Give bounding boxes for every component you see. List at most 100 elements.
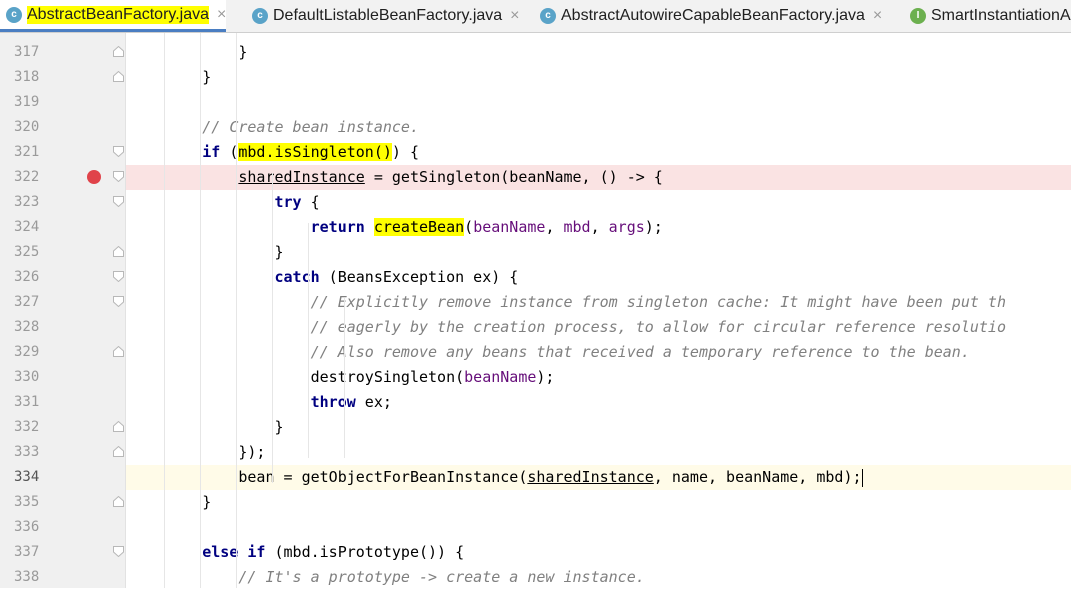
class-icon: c — [540, 7, 556, 24]
code-token: sharedInstance — [238, 168, 365, 186]
line-number: 338 — [14, 569, 40, 585]
code-line-330[interactable]: 330 destroySingleton(beanName); — [0, 365, 1071, 390]
code-line-323[interactable]: 323 try { — [0, 190, 1071, 215]
code-text[interactable]: if (mbd.isSingleton()) { — [130, 140, 419, 165]
keyword-token: throw — [310, 393, 356, 411]
tab-defaultlistablebeanfactory-java[interactable]: c DefaultListableBeanFactory.java × — [246, 0, 520, 31]
code-text[interactable]: throw ex; — [130, 390, 392, 415]
close-tab-icon[interactable]: × — [873, 7, 882, 25]
code-line-321[interactable]: 321 if (mbd.isSingleton()) { — [0, 140, 1071, 165]
code-text[interactable]: // Explicitly remove instance from singl… — [130, 290, 1006, 315]
fold-start-icon[interactable] — [113, 146, 124, 157]
code-line-324[interactable]: 324 return createBean(beanName, mbd, arg… — [0, 215, 1071, 240]
code-line-320[interactable]: 320 // Create bean instance. — [0, 115, 1071, 140]
code-line-335[interactable]: 335 } — [0, 490, 1071, 515]
code-line-331[interactable]: 331 throw ex; — [0, 390, 1071, 415]
comment-token: // eagerly by the creation process, to a… — [310, 318, 1006, 336]
line-number: 324 — [14, 219, 40, 235]
fold-start-icon[interactable] — [113, 296, 124, 307]
comment-token: // Create bean instance. — [202, 118, 419, 136]
code-line-327[interactable]: 327 // Explicitly remove instance from s… — [0, 290, 1071, 315]
line-number: 328 — [14, 319, 40, 335]
code-line-332[interactable]: 332 } — [0, 415, 1071, 440]
text-caret — [861, 468, 864, 487]
code-text[interactable]: // Also remove any beans that received a… — [130, 340, 970, 365]
line-number: 337 — [14, 544, 40, 560]
tab-abstractbeanfactory-java[interactable]: c AbstractBeanFactory.java × — [0, 0, 227, 32]
code-line-336[interactable]: 336 — [0, 515, 1071, 540]
code-token: { — [301, 193, 320, 211]
fold-start-icon[interactable] — [113, 271, 124, 282]
code-text[interactable]: // eagerly by the creation process, to a… — [130, 315, 1006, 340]
code-token: destroySingleton( — [130, 368, 465, 386]
tab-label: DefaultListableBeanFactory.java — [273, 6, 503, 24]
code-text[interactable]: else if (mbd.isPrototype()) { — [130, 540, 464, 565]
code-line-325[interactable]: 325 } — [0, 240, 1071, 265]
code-line-333[interactable]: 333 }); — [0, 440, 1071, 465]
fold-end-icon[interactable] — [113, 421, 124, 432]
code-text[interactable]: try { — [130, 190, 320, 215]
fold-end-icon[interactable] — [113, 46, 124, 57]
keyword-token: else if — [202, 543, 266, 561]
tab-abstractautowirecapablebeanfactory-java[interactable]: c AbstractAutowireCapableBeanFactory.java… — [534, 0, 882, 31]
fold-end-icon[interactable] — [113, 246, 124, 257]
code-text[interactable]: sharedInstance = getSingleton(beanName, … — [130, 165, 663, 190]
fold-end-icon[interactable] — [113, 446, 124, 457]
close-tab-icon[interactable]: × — [217, 6, 226, 24]
code-editor[interactable]: 317 } 318 } 319 320 // Create bean instance… — [0, 33, 1071, 588]
line-number: 331 — [14, 394, 40, 410]
code-token: mbd — [563, 218, 591, 236]
code-text[interactable]: bean = getObjectForBeanInstance(sharedIn… — [130, 465, 864, 490]
code-line-319[interactable]: 319 — [0, 90, 1071, 115]
code-token: ) { — [391, 143, 419, 161]
keyword-token: if — [202, 143, 221, 161]
code-token: } — [130, 43, 248, 61]
fold-end-icon[interactable] — [113, 496, 124, 507]
comment-token: // It's a prototype -> create a new inst… — [238, 568, 645, 586]
fold-start-icon[interactable] — [113, 546, 124, 557]
line-number: 325 — [14, 244, 40, 260]
code-line-326[interactable]: 326 catch (BeansException ex) { — [0, 265, 1071, 290]
fold-end-icon[interactable] — [113, 71, 124, 82]
code-line-337[interactable]: 337 else if (mbd.isPrototype()) { — [0, 540, 1071, 565]
indent-guide — [344, 298, 345, 458]
code-line-317[interactable]: 317 } — [0, 40, 1071, 65]
code-text[interactable]: } — [130, 40, 247, 65]
search-highlight: createBean — [373, 218, 465, 236]
code-text[interactable]: } — [130, 240, 284, 265]
line-number: 317 — [14, 44, 40, 60]
close-tab-icon[interactable]: × — [510, 7, 519, 25]
code-text[interactable]: // Create bean instance. — [130, 115, 419, 140]
code-line-334[interactable]: 334 bean = getObjectForBeanInstance(shar… — [0, 465, 1071, 490]
code-text[interactable]: catch (BeansException ex) { — [130, 265, 519, 290]
keyword-token: return — [310, 218, 365, 236]
code-text[interactable]: // It's a prototype -> create a new inst… — [130, 565, 645, 590]
fold-start-icon[interactable] — [113, 171, 124, 182]
indent-guide — [164, 33, 165, 588]
breakpoint-icon[interactable] — [87, 170, 101, 184]
tab-smartinstantiationa[interactable]: I SmartInstantiationA — [904, 0, 1071, 31]
code-text[interactable]: }); — [130, 440, 265, 465]
fold-start-icon[interactable] — [113, 196, 124, 207]
line-number: 335 — [14, 494, 40, 510]
indent-guide — [272, 173, 273, 483]
line-number: 320 — [14, 119, 40, 135]
code-text[interactable]: return createBean(beanName, mbd, args); — [130, 215, 663, 240]
code-token: } — [130, 243, 284, 261]
code-text[interactable]: destroySingleton(beanName); — [130, 365, 555, 390]
code-token: ); — [644, 218, 663, 236]
code-line-338[interactable]: 338 // It's a prototype -> create a new … — [0, 565, 1071, 590]
fold-end-icon[interactable] — [113, 346, 124, 357]
code-line-329[interactable]: 329 // Also remove any beans that receiv… — [0, 340, 1071, 365]
code-text[interactable]: } — [130, 415, 283, 440]
code-line-322[interactable]: 322 sharedInstance = getSingleton(beanNa… — [0, 165, 1071, 190]
code-token: = getSingleton(beanName, () -> { — [364, 168, 663, 186]
code-line-318[interactable]: 318 } — [0, 65, 1071, 90]
code-line-328[interactable]: 328 // eagerly by the creation process, … — [0, 315, 1071, 340]
